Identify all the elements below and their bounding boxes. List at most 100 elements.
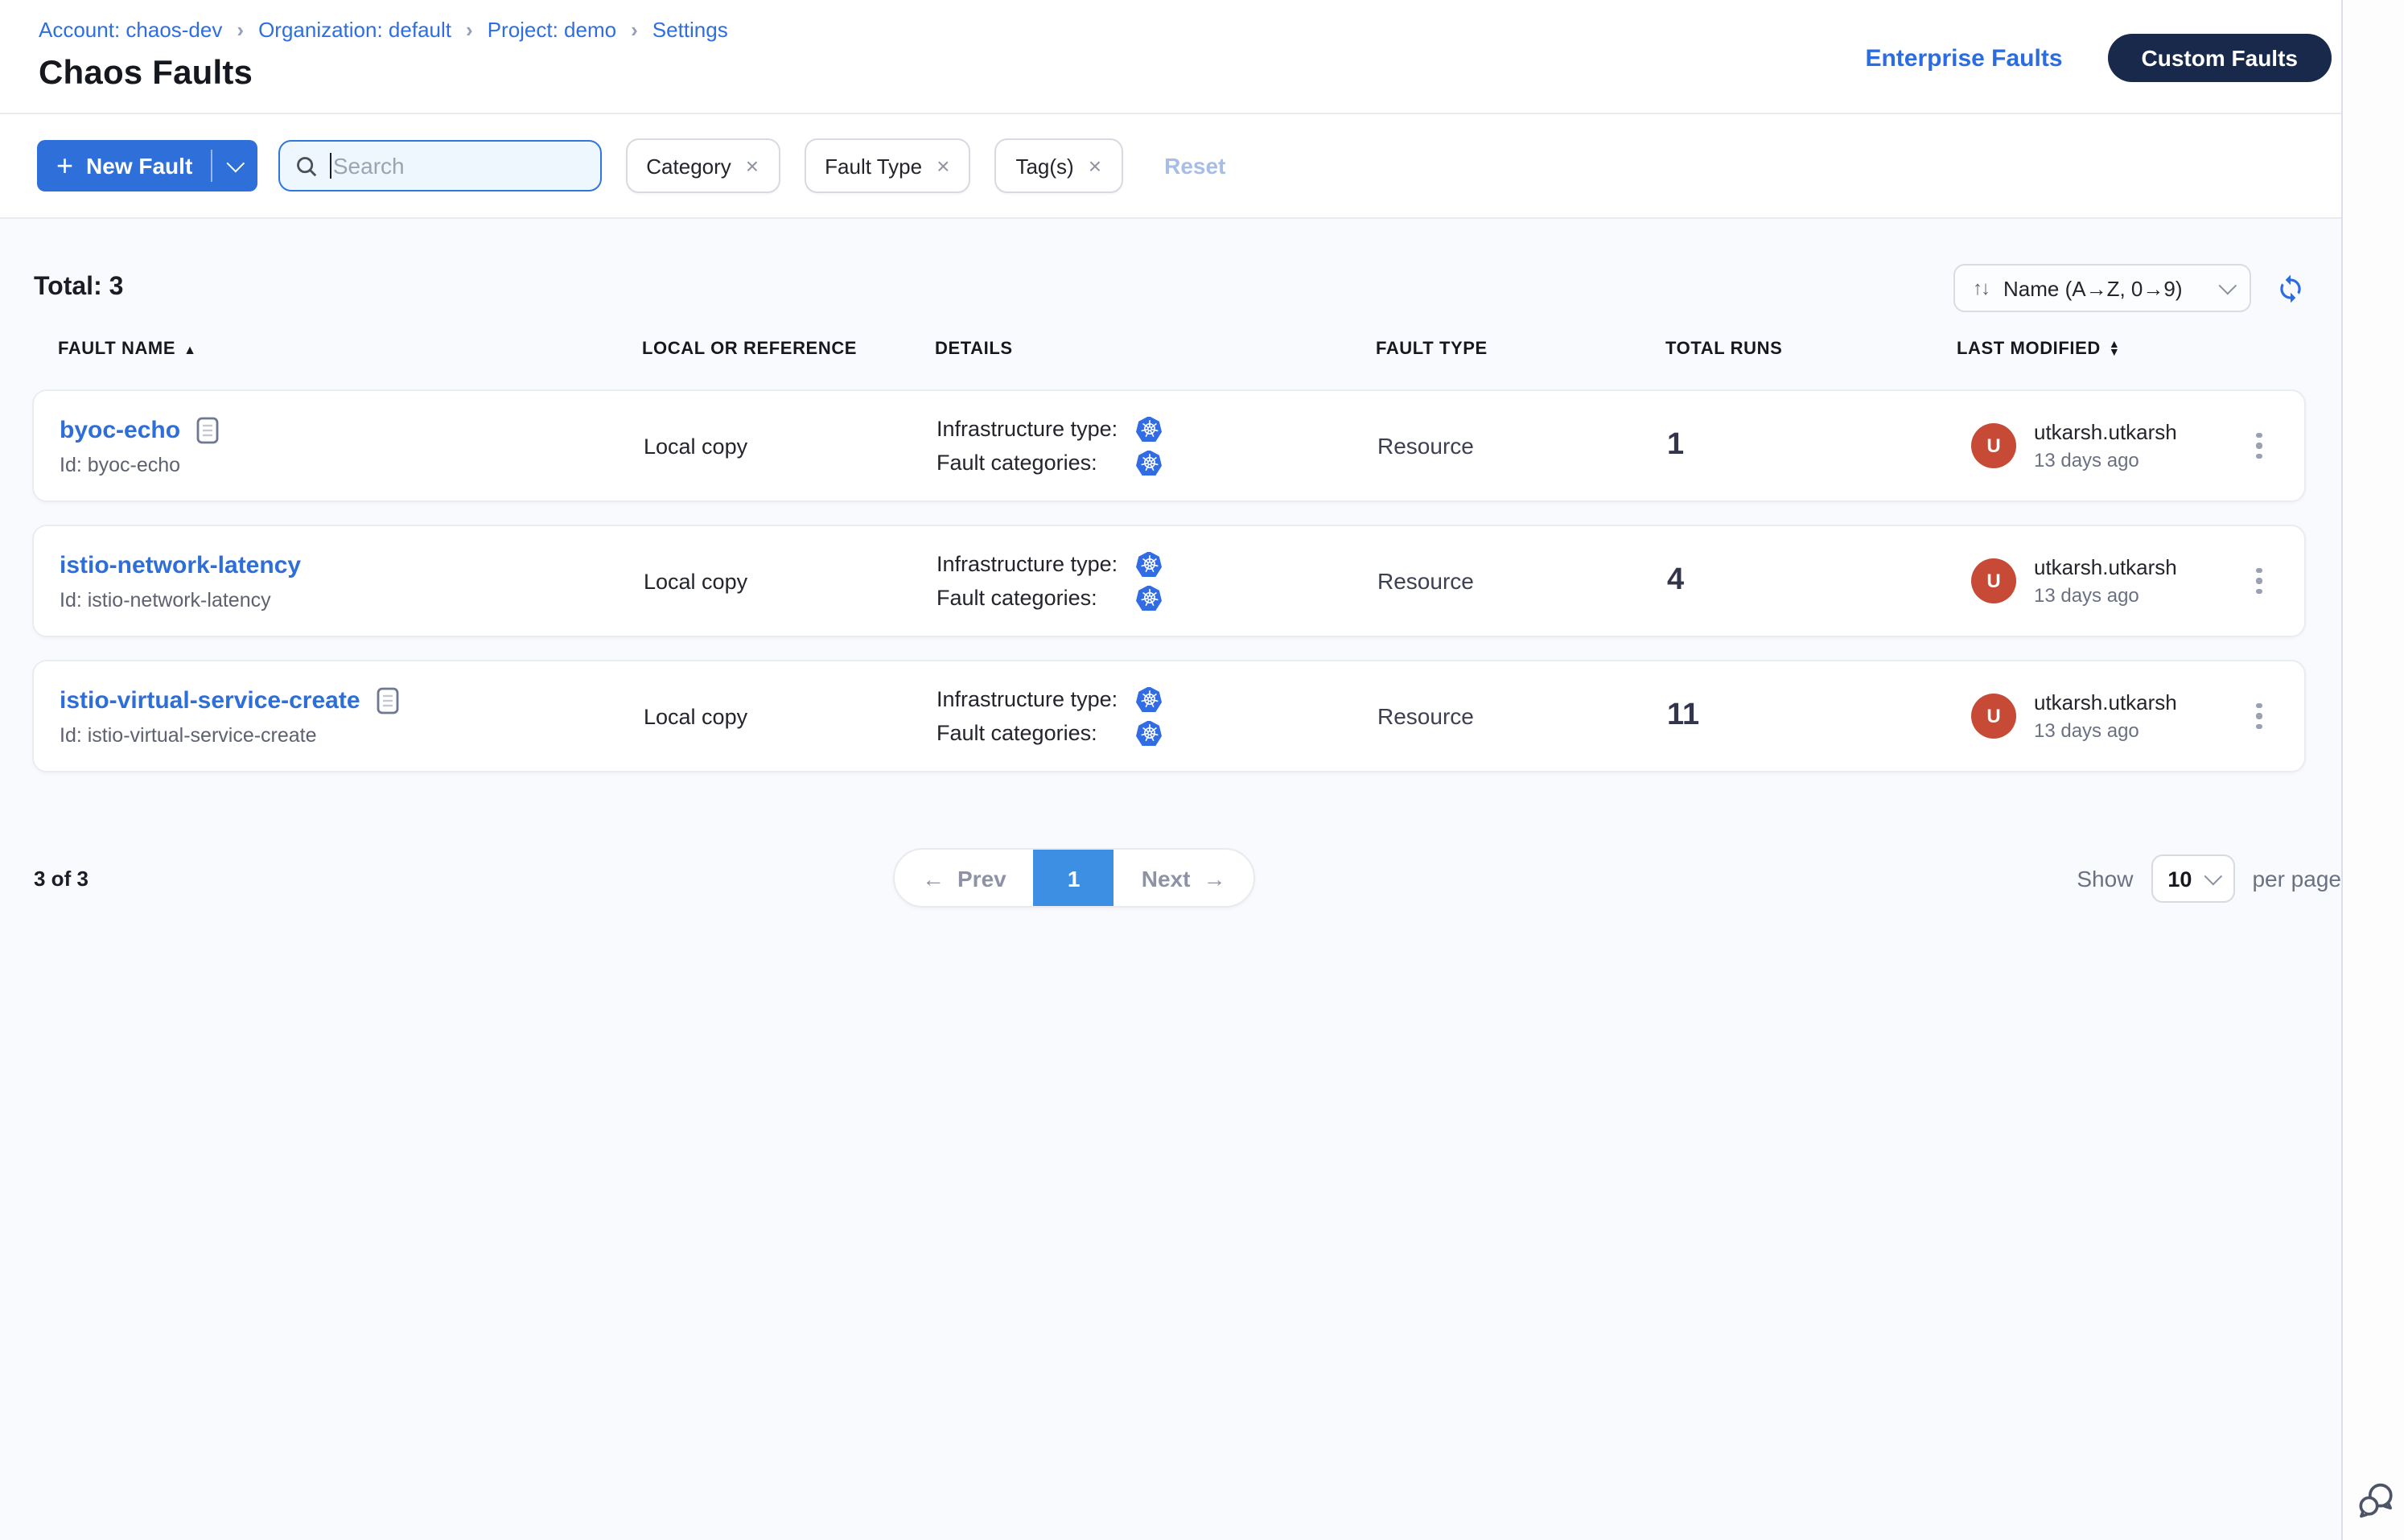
infrastructure-type-label: Infrastructure type: bbox=[936, 687, 1136, 711]
close-icon[interactable]: × bbox=[936, 153, 949, 179]
chevron-down-icon bbox=[2219, 277, 2237, 295]
fault-manifest-icon[interactable] bbox=[196, 416, 219, 443]
filter-tags-label: Tag(s) bbox=[1015, 154, 1073, 178]
list-footer: 3 of 3 ← Prev 1 Next → Show 10 bbox=[0, 848, 2341, 909]
page-size-dropdown[interactable]: 10 bbox=[2151, 854, 2234, 903]
modified-date: 13 days ago bbox=[2034, 584, 2177, 607]
left-arrow-icon: ← bbox=[922, 865, 945, 891]
table-row: istio-network-latency Id: istio-network-… bbox=[32, 525, 2306, 637]
avatar: U bbox=[1971, 558, 2016, 603]
fault-name-cell: istio-virtual-service-create Id: istio-v… bbox=[60, 686, 644, 746]
right-arrow-icon: → bbox=[1203, 865, 1225, 891]
avatar: U bbox=[1971, 694, 2016, 739]
new-fault-label: New Fault bbox=[86, 153, 192, 179]
filter-category-label: Category bbox=[646, 154, 731, 178]
next-label: Next bbox=[1142, 865, 1191, 891]
chevron-down-icon[interactable] bbox=[226, 154, 245, 173]
sort-dropdown-value: Name (A→Z, 0→9) bbox=[2003, 276, 2183, 300]
header-actions: Enterprise Faults Custom Faults bbox=[1865, 34, 2332, 82]
custom-faults-button[interactable]: Custom Faults bbox=[2108, 34, 2332, 82]
fault-categories-label: Fault categories: bbox=[936, 721, 1136, 745]
right-scroll-gutter bbox=[2341, 0, 2404, 1540]
main-column: Account: chaos-dev › Organization: defau… bbox=[0, 0, 2341, 1540]
kubernetes-icon bbox=[1136, 551, 1162, 577]
fault-name-cell: byoc-echo Id: byoc-echo bbox=[60, 416, 644, 476]
filter-fault-type-label: Fault Type bbox=[825, 154, 922, 178]
fault-name-link[interactable]: istio-network-latency bbox=[60, 551, 301, 579]
column-header-fault-name[interactable]: FAULT NAME ▲ bbox=[58, 340, 642, 359]
last-modified-cell: U utkarsh.utkarsh 13 days ago bbox=[1958, 555, 2240, 607]
prev-page-button[interactable]: ← Prev bbox=[895, 850, 1034, 906]
filter-category[interactable]: Category × bbox=[625, 138, 780, 193]
breadcrumb-settings-link[interactable]: Settings bbox=[652, 18, 728, 42]
breadcrumb-organization-link[interactable]: Organization: default bbox=[258, 18, 451, 42]
search-box bbox=[278, 140, 601, 191]
modified-date: 13 days ago bbox=[2034, 449, 2177, 471]
kubernetes-icon bbox=[1136, 686, 1162, 712]
kubernetes-icon bbox=[1136, 450, 1162, 476]
fault-id: Id: istio-virtual-service-create bbox=[60, 723, 644, 746]
column-header-local-or-reference: LOCAL OR REFERENCE bbox=[642, 340, 935, 359]
fault-manifest-icon[interactable] bbox=[377, 686, 399, 714]
column-header-last-modified[interactable]: LAST MODIFIED ▲▼ bbox=[1957, 340, 2241, 359]
close-icon[interactable]: × bbox=[1089, 153, 1101, 179]
breadcrumb-separator-icon: › bbox=[237, 18, 244, 42]
column-header-label: FAULT NAME bbox=[58, 340, 175, 359]
fault-type-cell: Resource bbox=[1377, 568, 1667, 594]
fault-name-link[interactable]: byoc-echo bbox=[60, 416, 180, 443]
modified-by: utkarsh.utkarsh bbox=[2034, 555, 2177, 579]
totals-row: Total: 3 ↑↓ Name (A→Z, 0→9) bbox=[0, 219, 2341, 312]
row-menu-kebab-icon[interactable] bbox=[2240, 557, 2278, 605]
table-row: istio-virtual-service-create Id: istio-v… bbox=[32, 660, 2306, 772]
infrastructure-type-label: Infrastructure type: bbox=[936, 552, 1136, 576]
row-menu-kebab-icon[interactable] bbox=[2240, 422, 2278, 470]
fault-list: byoc-echo Id: byoc-echo Local copy bbox=[32, 389, 2306, 772]
kubernetes-icon bbox=[1136, 585, 1162, 611]
modified-by: utkarsh.utkarsh bbox=[2034, 690, 2177, 714]
fault-name-link[interactable]: istio-virtual-service-create bbox=[60, 686, 360, 714]
breadcrumb-account-link[interactable]: Account: chaos-dev bbox=[39, 18, 222, 42]
page-count-label: 3 of 3 bbox=[34, 867, 89, 891]
enterprise-faults-link[interactable]: Enterprise Faults bbox=[1865, 44, 2062, 72]
fault-categories-label: Fault categories: bbox=[936, 586, 1136, 610]
sort-toggle-icon: ↑↓ bbox=[1973, 277, 1989, 299]
filter-tags[interactable]: Tag(s) × bbox=[994, 138, 1122, 193]
last-modified-cell: U utkarsh.utkarsh 13 days ago bbox=[1958, 690, 2240, 742]
help-chat-icon[interactable] bbox=[2356, 1480, 2398, 1522]
sort-ascending-icon: ▲ bbox=[183, 342, 196, 356]
total-runs-cell: 4 bbox=[1667, 563, 1958, 599]
prev-label: Prev bbox=[957, 865, 1006, 891]
reset-filters-button[interactable]: Reset bbox=[1164, 153, 1225, 179]
search-input[interactable] bbox=[333, 153, 585, 179]
column-header-fault-type: FAULT TYPE bbox=[1376, 340, 1665, 359]
sort-group: ↑↓ Name (A→Z, 0→9) bbox=[1953, 264, 2306, 312]
search-icon bbox=[294, 154, 318, 178]
new-fault-button[interactable]: + New Fault bbox=[37, 140, 257, 191]
details-cell: Infrastructure type: Fault categories: bbox=[936, 547, 1377, 615]
details-cell: Infrastructure type: Fault categories: bbox=[936, 412, 1377, 480]
local-or-reference-cell: Local copy bbox=[644, 704, 936, 728]
total-count-label: Total: 3 bbox=[34, 274, 123, 303]
next-page-button[interactable]: Next → bbox=[1114, 850, 1253, 906]
local-or-reference-cell: Local copy bbox=[644, 434, 936, 458]
chevron-down-icon bbox=[2204, 867, 2223, 886]
column-header-details: DETAILS bbox=[935, 340, 1376, 359]
sort-dropdown[interactable]: ↑↓ Name (A→Z, 0→9) bbox=[1953, 264, 2251, 312]
breadcrumb-project-link[interactable]: Project: demo bbox=[488, 18, 616, 42]
close-icon[interactable]: × bbox=[746, 153, 759, 179]
last-modified-cell: U utkarsh.utkarsh 13 days ago bbox=[1958, 420, 2240, 471]
text-caret bbox=[329, 153, 331, 179]
page-size-value: 10 bbox=[2167, 867, 2192, 891]
refresh-icon[interactable] bbox=[2274, 272, 2306, 304]
sort-both-icon: ▲▼ bbox=[2109, 340, 2120, 358]
per-page-label: per page bbox=[2252, 866, 2341, 891]
fault-type-cell: Resource bbox=[1377, 433, 1667, 459]
table-header-row: FAULT NAME ▲ LOCAL OR REFERENCE DETAILS … bbox=[32, 340, 2306, 359]
total-runs-cell: 1 bbox=[1667, 428, 1958, 463]
current-page-button[interactable]: 1 bbox=[1034, 850, 1114, 906]
modified-by: utkarsh.utkarsh bbox=[2034, 420, 2177, 444]
row-menu-kebab-icon[interactable] bbox=[2240, 692, 2278, 740]
filter-fault-type[interactable]: Fault Type × bbox=[804, 138, 970, 193]
fault-id: Id: istio-network-latency bbox=[60, 588, 644, 611]
modified-date: 13 days ago bbox=[2034, 719, 2177, 742]
